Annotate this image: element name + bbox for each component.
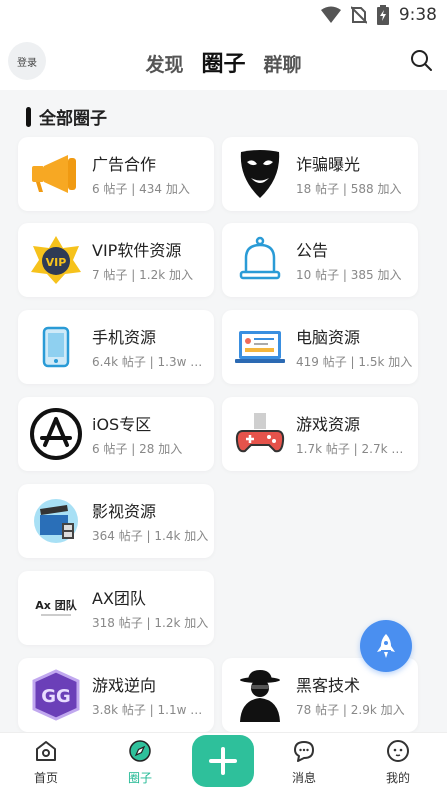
tab-circles[interactable]: 圈子	[201, 46, 245, 78]
circle-card[interactable]: iOS专区 6 帖子 | 28 加入	[18, 397, 214, 471]
gg-logo-icon: GG	[28, 668, 84, 722]
circle-name: AX团队	[92, 589, 146, 608]
circle-card[interactable]: 公告 10 帖子 | 385 加入	[222, 223, 418, 297]
circle-name: iOS专区	[92, 415, 152, 434]
nav-label: 我的	[385, 771, 410, 785]
bottom-nav: 首页 圈子 消息 我的	[0, 732, 447, 794]
battery-icon	[376, 5, 389, 25]
section-header: 全部圈子	[26, 104, 107, 129]
circle-name: 黑客技术	[296, 676, 361, 695]
circle-name: VIP软件资源	[92, 241, 182, 260]
nav-label: 圈子	[127, 771, 152, 785]
chat-icon	[294, 741, 314, 762]
nav-home[interactable]: 首页	[16, 739, 76, 786]
ax-team-logo-text: Ax 团队	[35, 598, 77, 612]
circle-stats: 6 帖子 | 28 加入	[92, 442, 183, 456]
plus-icon	[209, 747, 237, 775]
circle-card[interactable]: 电脑资源 419 帖子 | 1.5k 加入	[222, 310, 418, 384]
ax-team-logo: Ax 团队	[28, 581, 84, 635]
circle-stats: 78 帖子 | 2.9k 加入	[296, 703, 405, 717]
circle-card[interactable]: GG 游戏逆向 3.8k 帖子 | 1.1w 加入	[18, 658, 214, 732]
nav-circles[interactable]: 圈子	[110, 739, 170, 786]
status-icons: 9:38	[320, 5, 437, 25]
circle-stats: 18 帖子 | 588 加入	[296, 182, 402, 196]
rocket-icon	[377, 634, 395, 658]
circle-stats: 6 帖子 | 434 加入	[92, 182, 190, 196]
circle-stats: 10 帖子 | 385 加入	[296, 268, 402, 282]
circle-name: 游戏资源	[296, 415, 361, 434]
gamepad-icon	[232, 407, 288, 461]
circle-name: 公告	[296, 241, 329, 260]
circle-card[interactable]: 诈骗曝光 18 帖子 | 588 加入	[222, 137, 418, 211]
top-bar: 登录 发现 圈子 群聊	[0, 32, 447, 90]
bell-icon	[232, 233, 288, 287]
nav-label: 消息	[291, 771, 316, 785]
circle-card[interactable]: 游戏资源 1.7k 帖子 | 2.7k 加入	[222, 397, 418, 471]
wifi-icon	[320, 6, 341, 23]
circle-name: 广告合作	[92, 155, 157, 174]
circle-card[interactable]: 广告合作 6 帖子 | 434 加入	[18, 137, 214, 211]
circle-name: 游戏逆向	[92, 676, 157, 695]
computer-icon	[232, 320, 288, 374]
add-post-button[interactable]	[192, 735, 254, 787]
svg-text:VIP: VIP	[46, 256, 67, 269]
search-icon[interactable]	[409, 48, 433, 72]
profile-icon	[387, 740, 409, 762]
compass-icon	[129, 740, 151, 762]
circle-stats: 419 帖子 | 1.5k 加入	[296, 355, 413, 369]
circle-stats: 7 帖子 | 1.2k 加入	[92, 268, 193, 282]
tab-discover[interactable]: 发现	[145, 50, 183, 77]
no-sim-icon	[350, 6, 367, 24]
circle-stats: 1.7k 帖子 | 2.7k 加入	[296, 442, 414, 456]
nav-messages[interactable]: 消息	[274, 739, 334, 786]
hacker-icon	[232, 668, 288, 722]
status-time: 9:38	[398, 5, 437, 25]
gg-logo-text: GG	[41, 686, 71, 707]
circle-card[interactable]: VIP VIP软件资源 7 帖子 | 1.2k 加入	[18, 223, 214, 297]
circle-name: 诈骗曝光	[296, 155, 361, 174]
circle-stats: 6.4k 帖子 | 1.3w 加入	[92, 355, 210, 369]
circle-name: 手机资源	[92, 328, 157, 347]
circle-stats: 364 帖子 | 1.4k 加入	[92, 529, 209, 543]
circle-stats: 3.8k 帖子 | 1.1w 加入	[92, 703, 210, 717]
vip-badge-icon: VIP	[28, 233, 84, 287]
phone-icon	[28, 320, 84, 374]
home-icon	[36, 741, 56, 761]
nav-label: 首页	[33, 771, 58, 785]
tab-group-chat[interactable]: 群聊	[264, 50, 302, 77]
megaphone-icon	[28, 147, 84, 201]
film-icon	[28, 494, 84, 548]
scroll-top-button[interactable]	[360, 620, 412, 672]
section-title: 全部圈子	[39, 109, 107, 129]
circle-name: 影视资源	[92, 502, 157, 521]
circle-stats: 318 帖子 | 1.2k 加入	[92, 616, 209, 630]
circle-card[interactable]: Ax 团队 AX团队 318 帖子 | 1.2k 加入	[18, 571, 214, 645]
section-marker	[26, 106, 31, 127]
status-bar: 9:38	[0, 0, 447, 32]
top-tabs: 发现 圈子 群聊	[0, 46, 447, 78]
appstore-icon	[28, 407, 84, 461]
circle-card[interactable]: 手机资源 6.4k 帖子 | 1.3w 加入	[18, 310, 214, 384]
circle-card[interactable]: 影视资源 364 帖子 | 1.4k 加入	[18, 484, 214, 558]
circle-name: 电脑资源	[296, 328, 361, 347]
mask-icon	[232, 147, 288, 201]
nav-profile[interactable]: 我的	[368, 739, 428, 786]
